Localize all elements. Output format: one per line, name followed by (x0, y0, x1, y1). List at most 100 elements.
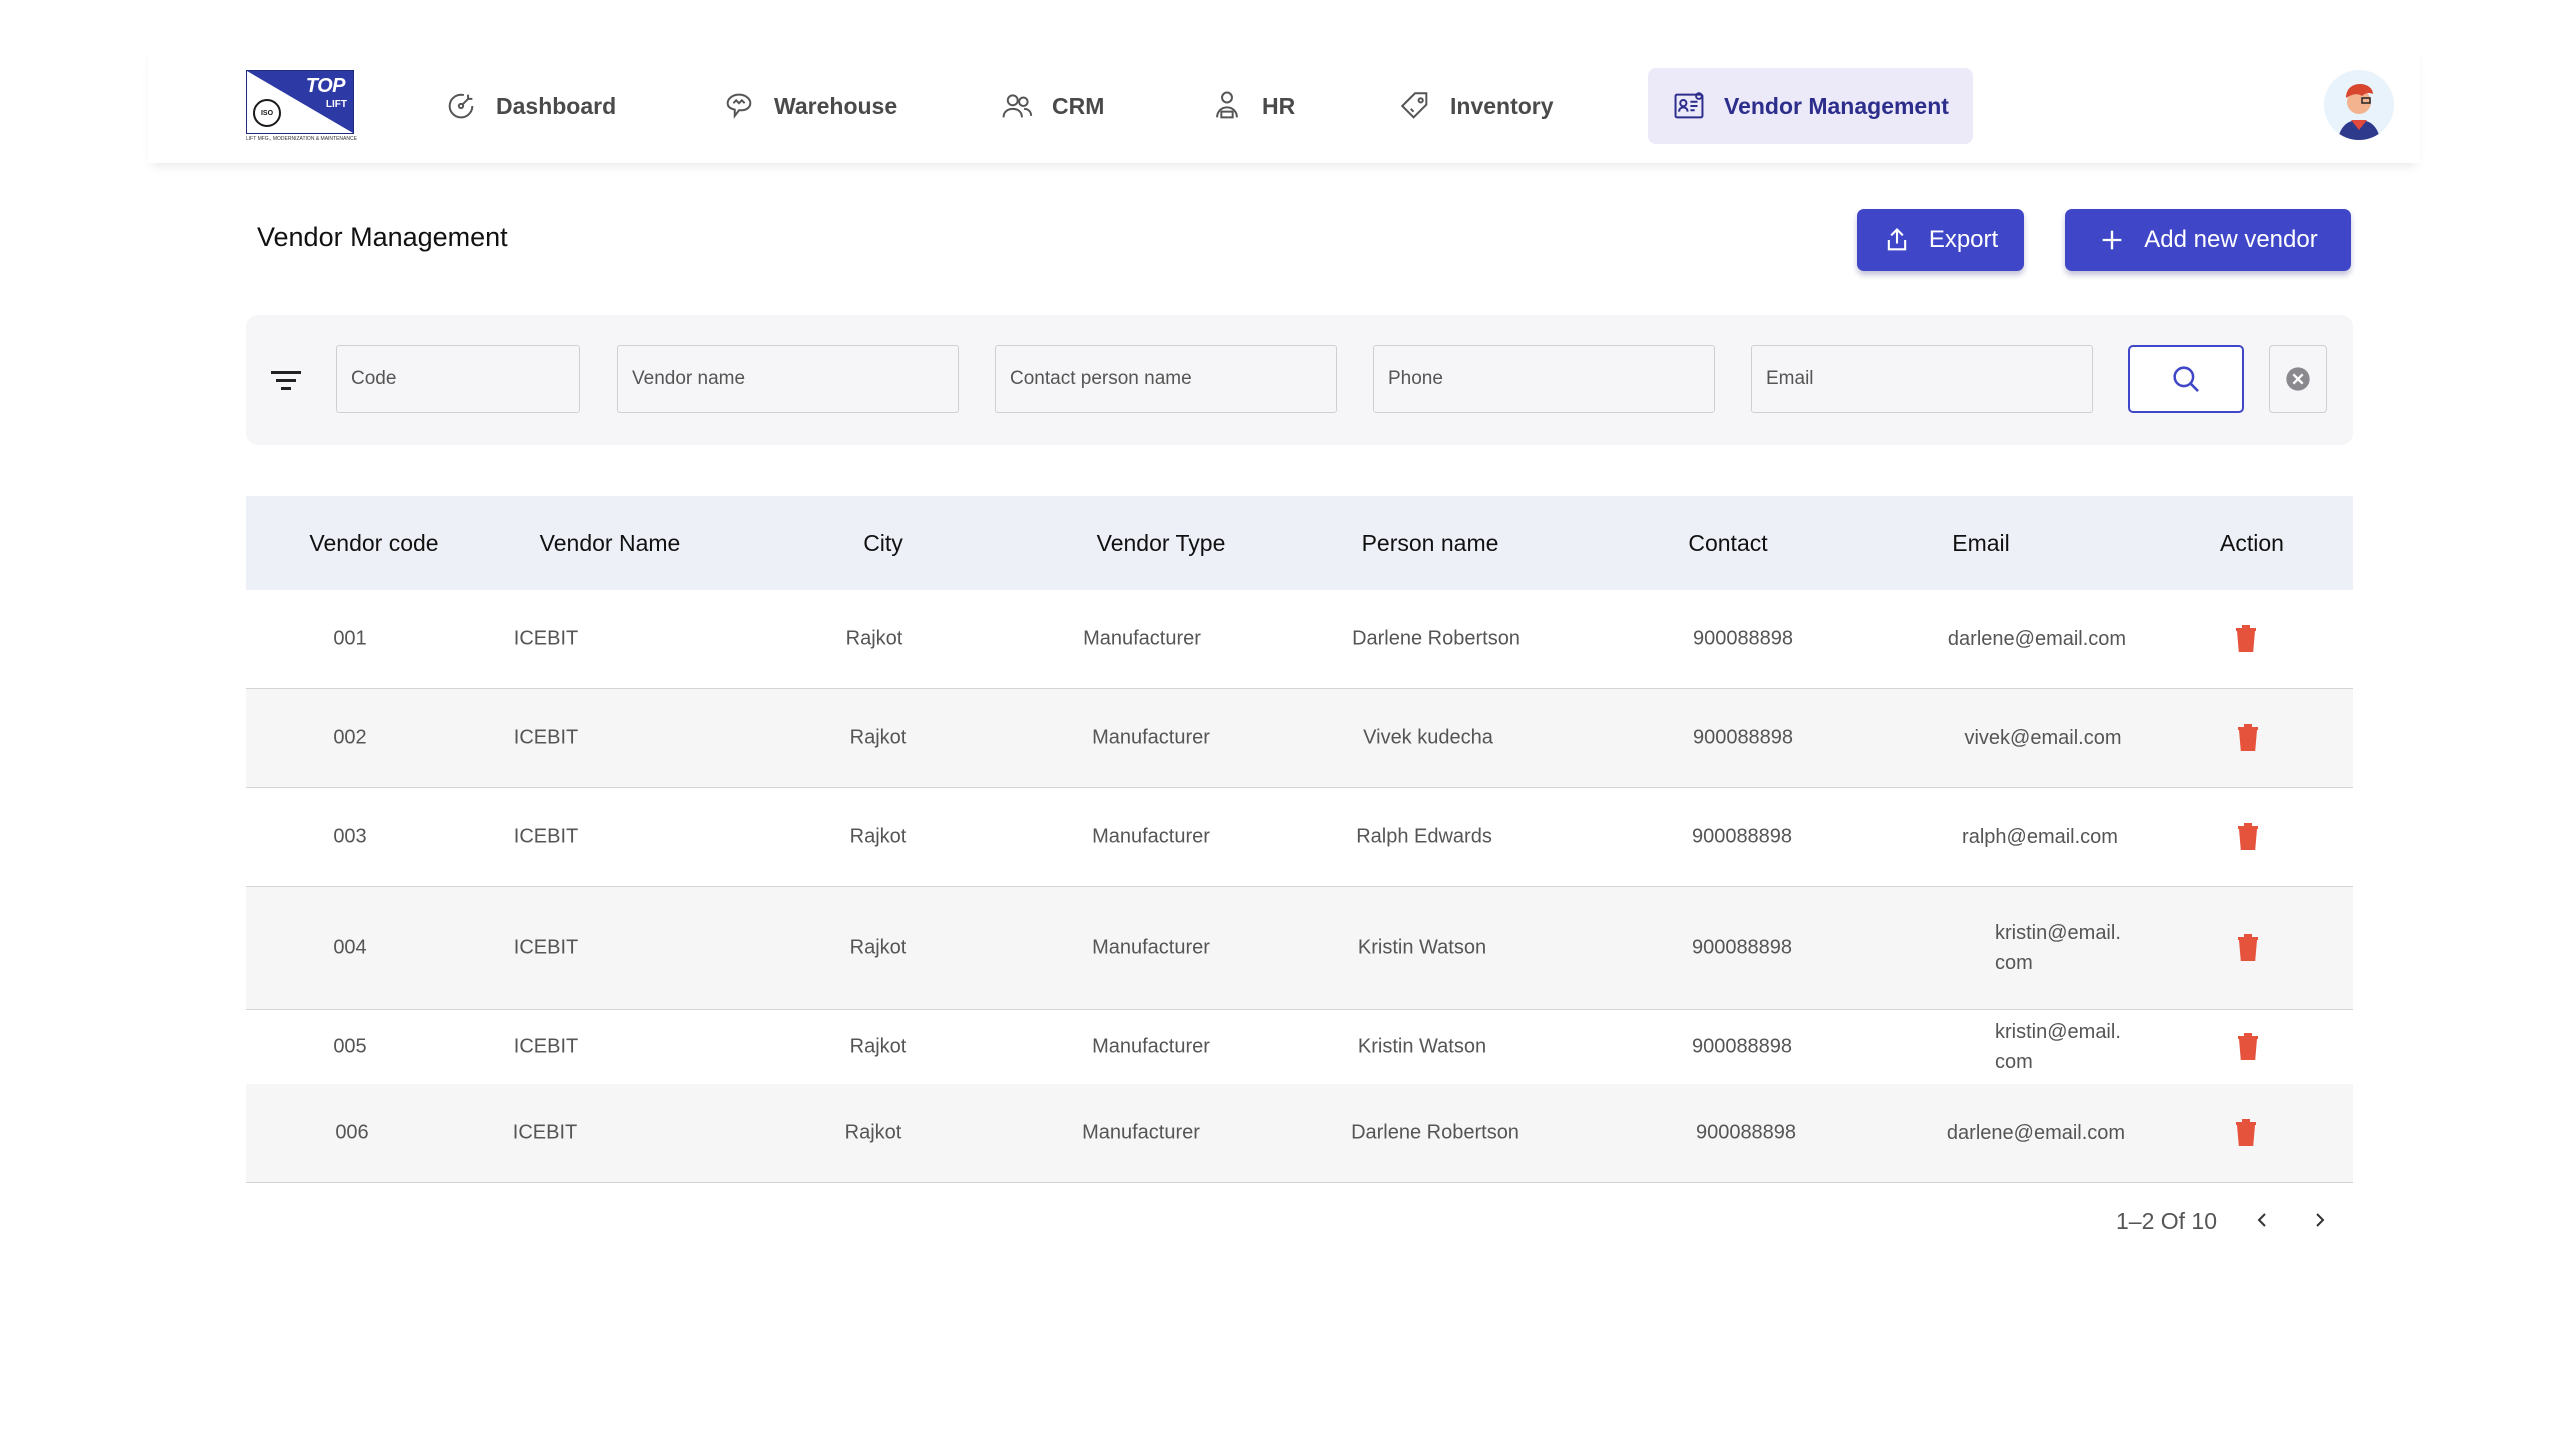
vendor-management-icon (1674, 92, 1704, 119)
logo-badge: TOP LIFT ISO (246, 70, 354, 134)
cell-email: darlene@email.com (1947, 628, 2127, 650)
header-vendor-code[interactable]: Vendor code (309, 496, 438, 590)
nav-item-dashboard[interactable]: Dashboard (444, 68, 616, 144)
vendor-name-input[interactable] (617, 345, 959, 413)
cell-email: kristin@email. com (1995, 1021, 2121, 1073)
header-city[interactable]: City (863, 496, 903, 590)
cell-name: ICEBIT (513, 1035, 579, 1058)
top-navbar: TOP LIFT ISO LIFT MFG., MODERNIZATION & … (148, 48, 2420, 163)
cell-contact: 900088898 (1692, 726, 1794, 749)
header-contact[interactable]: Contact (1688, 496, 1767, 590)
table-row[interactable]: 002 ICEBIT Rajkot Manufacturer Vivek kud… (246, 689, 2353, 788)
delete-icon[interactable] (2236, 822, 2260, 852)
delete-icon[interactable] (2234, 624, 2258, 654)
export-button[interactable]: Export (1857, 209, 2024, 271)
nav-item-label: Warehouse (774, 92, 898, 119)
cell-person: Darlene Robertson (1351, 1121, 1519, 1144)
email-input[interactable] (1751, 345, 2093, 413)
table-header: Vendor code Vendor Name City Vendor Type… (246, 496, 2353, 590)
cell-email: vivek@email.com (1964, 727, 2122, 749)
cell-city: Rajkot (849, 726, 907, 749)
export-icon (1887, 228, 1907, 251)
nav-item-label: CRM (1052, 92, 1105, 119)
search-button[interactable] (2128, 345, 2244, 413)
code-input[interactable] (336, 345, 580, 413)
phone-input[interactable] (1373, 345, 1715, 413)
logo-tagline: LIFT MFG., MODERNIZATION & MAINTENANCE (246, 136, 357, 142)
logo-lift-text: LIFT (325, 99, 347, 110)
chevron-right-icon[interactable] (2308, 1208, 2332, 1232)
pagination-label: 1–2 Of 10 (2116, 1208, 2218, 1234)
cell-contact: 900088898 (1691, 936, 1793, 959)
close-circle-icon (2286, 367, 2310, 391)
cell-person: Kristin Watson (1357, 936, 1487, 959)
crm-icon (1002, 94, 1033, 118)
cell-name: ICEBIT (513, 825, 579, 848)
header-email[interactable]: Email (1952, 496, 2010, 590)
header-person-name[interactable]: Person name (1362, 496, 1499, 590)
cell-name: ICEBIT (513, 627, 579, 650)
cell-city: Rajkot (845, 627, 903, 650)
contact-person-input[interactable] (995, 345, 1337, 413)
delete-icon[interactable] (2236, 933, 2260, 963)
nav-item-label: Inventory (1450, 92, 1554, 119)
cell-type: Manufacturer (1092, 936, 1210, 959)
cell-person: Kristin Watson (1357, 1035, 1487, 1058)
cell-code: 003 (333, 825, 367, 848)
nav-item-inventory[interactable]: Inventory (1398, 68, 1554, 144)
delete-icon[interactable] (2236, 723, 2260, 753)
nav-item-hr[interactable]: HR (1210, 68, 1295, 144)
cell-person: Ralph Edwards (1356, 825, 1492, 848)
iso-seal: ISO (253, 99, 281, 127)
filter-icon[interactable] (270, 365, 302, 395)
hr-icon (1216, 91, 1238, 119)
header-vendor-type[interactable]: Vendor Type (1097, 496, 1226, 590)
cell-city: Rajkot (849, 1035, 907, 1058)
cell-contact: 900088898 (1691, 825, 1793, 848)
cell-name: ICEBIT (513, 936, 579, 959)
cell-name: ICEBIT (512, 1121, 578, 1144)
cell-type: Manufacturer (1092, 726, 1210, 749)
vendor-table: Vendor code Vendor Name City Vendor Type… (246, 496, 2353, 1183)
page-title: Vendor Management (257, 222, 508, 252)
nav-item-label: HR (1262, 92, 1296, 119)
nav-item-crm[interactable]: CRM (1000, 68, 1104, 144)
delete-icon[interactable] (2236, 1032, 2260, 1062)
cell-email: darlene@email.com (1946, 1122, 2126, 1144)
cell-contact: 900088898 (1691, 1035, 1793, 1058)
cell-city: Rajkot (844, 1121, 902, 1144)
clear-filters-button[interactable] (2269, 345, 2327, 413)
table-row[interactable]: 004 ICEBIT Rajkot Manufacturer Kristin W… (246, 887, 2353, 1010)
cell-email: ralph@email.com (1962, 826, 2118, 848)
table-row[interactable]: 003 ICEBIT Rajkot Manufacturer Ralph Edw… (246, 788, 2353, 887)
warehouse-icon (726, 93, 752, 119)
inventory-icon (1400, 92, 1428, 119)
cell-type: Manufacturer (1092, 825, 1210, 848)
table-row[interactable]: 005 ICEBIT Rajkot Manufacturer Kristin W… (246, 1010, 2353, 1084)
search-icon (2173, 366, 2199, 392)
cell-city: Rajkot (849, 825, 907, 848)
plus-icon (2102, 230, 2122, 250)
user-avatar[interactable] (2324, 70, 2394, 140)
cell-type: Manufacturer (1092, 1035, 1210, 1058)
cell-person: Darlene Robertson (1352, 627, 1520, 650)
cell-name: ICEBIT (513, 726, 579, 749)
nav-item-vendor-management[interactable]: Vendor Management (1648, 68, 1973, 144)
cell-code: 001 (333, 627, 367, 650)
add-new-vendor-button[interactable]: Add new vendor (2065, 209, 2351, 271)
filter-bar (246, 315, 2353, 445)
table-row[interactable]: 001 ICEBIT Rajkot Manufacturer Darlene R… (246, 590, 2353, 689)
toplift-logo[interactable]: TOP LIFT ISO LIFT MFG., MODERNIZATION & … (246, 70, 357, 142)
header-vendor-name[interactable]: Vendor Name (540, 496, 681, 590)
nav-item-warehouse[interactable]: Warehouse (722, 68, 897, 144)
cell-type: Manufacturer (1083, 627, 1201, 650)
cell-email: kristin@email. com (1995, 922, 2121, 974)
avatar-illustration (2324, 70, 2394, 140)
header-action: Action (2220, 530, 2284, 556)
cell-contact: 900088898 (1692, 627, 1794, 650)
cell-code: 005 (333, 1035, 367, 1058)
table-row[interactable]: 006 ICEBIT Rajkot Manufacturer Darlene R… (246, 1084, 2353, 1183)
logo-top-text: TOP (305, 75, 346, 97)
chevron-left-icon[interactable] (2250, 1208, 2274, 1232)
delete-icon[interactable] (2234, 1118, 2258, 1148)
